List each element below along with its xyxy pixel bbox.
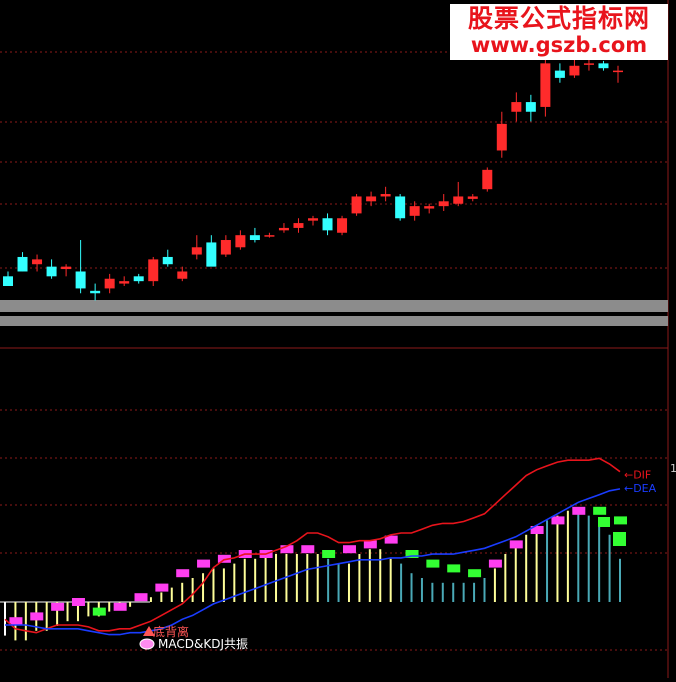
kdj-marker [363,540,377,549]
watermark-logo: 股票公式指标网 www.gszb.com [450,4,668,60]
kdj-marker [51,602,65,611]
candle-body [511,102,522,112]
candle-body [583,63,594,65]
candle-body [337,218,348,233]
candle-body [308,218,318,221]
kdj-marker [71,598,85,606]
separator-band [0,316,668,326]
candle-body [293,223,304,228]
kdj-marker [551,516,565,525]
candle-body [424,206,435,209]
kdj-marker [598,517,610,527]
candle-body [409,206,420,216]
candle-body [540,63,551,107]
kdj-marker [614,516,627,525]
kdj-marker [509,540,523,549]
candle-body [438,201,449,207]
candle-body [119,281,130,284]
candle-body [380,194,391,197]
candle-body [554,70,565,78]
candle-body [61,266,72,270]
candle-body [32,259,43,265]
candle-body [395,196,406,219]
candle-body [162,256,173,265]
candle-body [177,271,188,279]
kdj-marker [176,569,190,578]
candle-body [322,218,333,231]
candle-body [278,227,289,231]
dif-legend-label: ←DIF [624,469,651,482]
chart-canvas: ←DIF←DEA1底背离MACD&KDJ共振 [0,0,676,678]
candle-body [613,70,623,73]
kdj-marker [9,617,23,626]
candle-body [525,102,536,112]
kdj-marker [572,506,586,515]
candle-body [3,276,13,286]
candle-body [148,259,159,282]
candle-body [264,235,275,237]
candle-body [569,65,580,76]
axis-tick-label: 1 [670,462,676,475]
kdj-marker [30,612,44,621]
candle-body [90,290,101,294]
candle-body [46,266,57,277]
kdj-marker [92,607,106,616]
candle-body [104,278,115,289]
candle-body [467,196,478,199]
kdj-marker [426,559,440,568]
candle-body [366,196,377,202]
kdj-marker [322,550,336,558]
candle-body [191,247,202,255]
candle-body [453,196,464,204]
kdj-marker [613,532,626,546]
candle-body [133,276,144,282]
kdj-marker [113,602,127,611]
candle-body [249,235,260,241]
kdj-marker [134,593,148,602]
kdj-marker [488,559,502,568]
candle-body [598,63,609,69]
kdj-marker [301,545,315,554]
separator-band [0,300,668,312]
chart-stage: ←DIF ←DEA 1 底背离 MACD&KDJ共振 [0,0,676,678]
kdj-marker [197,559,211,568]
candle-body [17,256,28,272]
dea-legend-label: ←DEA [624,482,657,495]
kdj-marker [593,506,607,515]
watermark-url: www.gszb.com [470,33,648,57]
candle-body [206,242,217,267]
kdj-marker [468,569,482,578]
candle-body [496,123,507,151]
candle-body [235,235,246,248]
candle-body [220,240,231,255]
resonance-label: MACD&KDJ共振 [158,637,248,651]
resonance-icon [139,638,155,650]
candle-body [351,196,362,214]
kdj-marker [342,545,356,554]
candle-body [75,271,86,289]
kdj-marker [155,583,169,592]
candle-body [482,169,493,190]
kdj-marker [447,564,461,573]
watermark-title: 股票公式指标网 [467,4,650,33]
